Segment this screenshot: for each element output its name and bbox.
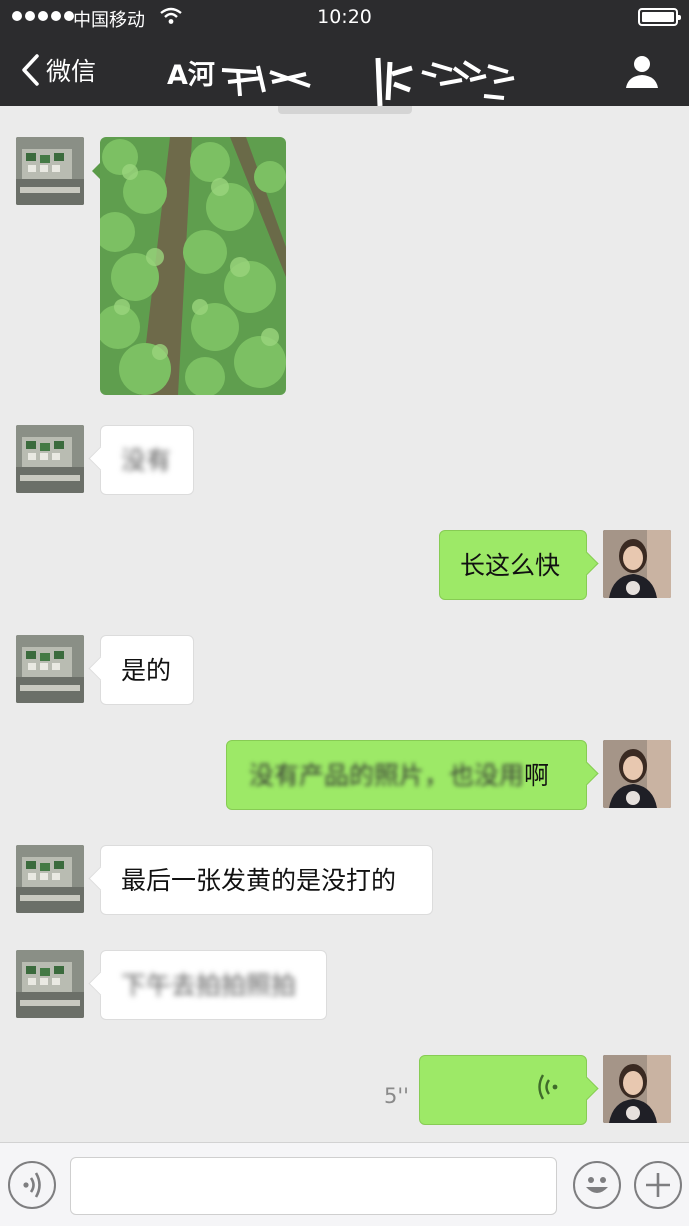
person-icon[interactable] — [622, 52, 662, 92]
message-text: 啊 — [524, 761, 550, 790]
incoming-message-bubble[interactable]: 是的 — [100, 635, 194, 705]
message-text: 下午去拍拍照拍 — [121, 971, 297, 1000]
incoming-message-bubble[interactable]: 下午去拍拍照拍 — [100, 950, 327, 1020]
back-button[interactable]: 微信 — [18, 50, 96, 90]
voice-icon — [23, 1172, 41, 1198]
avatar-image — [16, 950, 84, 1018]
my-avatar[interactable] — [603, 740, 671, 808]
contact-avatar[interactable] — [16, 845, 84, 913]
message-photo[interactable] — [100, 137, 286, 395]
incoming-message-bubble[interactable]: 最后一张发黄的是没打的 — [100, 845, 433, 915]
back-label: 微信 — [46, 57, 97, 86]
status-time: 10:20 — [317, 6, 372, 28]
avatar-image — [603, 740, 671, 808]
chat-input-bar — [0, 1142, 689, 1226]
my-avatar[interactable] — [603, 530, 671, 598]
message-text: 没有 — [121, 446, 172, 475]
avatar-image — [16, 425, 84, 493]
contact-avatar[interactable] — [16, 635, 84, 703]
message-text: 长这么快 — [460, 551, 561, 580]
voice-toggle-button[interactable] — [8, 1161, 56, 1209]
avatar-image — [603, 1055, 671, 1123]
avatar-image — [16, 137, 84, 205]
battery-icon — [638, 8, 681, 26]
redacted-title-scribble — [221, 57, 515, 107]
contact-avatar[interactable] — [16, 425, 84, 493]
voice-duration: 5'' — [384, 1084, 409, 1108]
contact-avatar[interactable] — [16, 137, 84, 205]
more-actions-button[interactable] — [634, 1161, 682, 1209]
contact-avatar[interactable] — [16, 950, 84, 1018]
message-text: 是的 — [121, 656, 172, 685]
message-text-redacted: 没有产品的照片，也没用 — [249, 761, 525, 790]
pull-tab — [278, 106, 412, 114]
emoji-icon — [586, 1177, 608, 1193]
avatar-image — [603, 530, 671, 598]
chat-title: A河 — [167, 60, 215, 91]
avatar-image — [16, 635, 84, 703]
status-bar: 中国移动 10:20 — [0, 0, 689, 34]
top-bar: 中国移动 10:20 微信 A河 — [0, 0, 689, 107]
emoji-button[interactable] — [573, 1161, 621, 1209]
voice-wave-icon — [538, 1074, 558, 1100]
my-avatar[interactable] — [603, 1055, 671, 1123]
plus-icon — [646, 1173, 670, 1197]
incoming-message-bubble[interactable]: 没有 — [100, 425, 194, 495]
avatar-image — [16, 845, 84, 913]
voice-message-bubble[interactable] — [419, 1055, 587, 1125]
outgoing-message-bubble[interactable]: 没有产品的照片，也没用啊 — [226, 740, 587, 810]
message-text: 最后一张发黄的是没打的 — [121, 866, 397, 895]
chevron-left-icon — [22, 54, 39, 86]
photo-icon — [100, 137, 286, 395]
outgoing-message-bubble[interactable]: 长这么快 — [439, 530, 587, 600]
message-input[interactable] — [70, 1157, 557, 1215]
